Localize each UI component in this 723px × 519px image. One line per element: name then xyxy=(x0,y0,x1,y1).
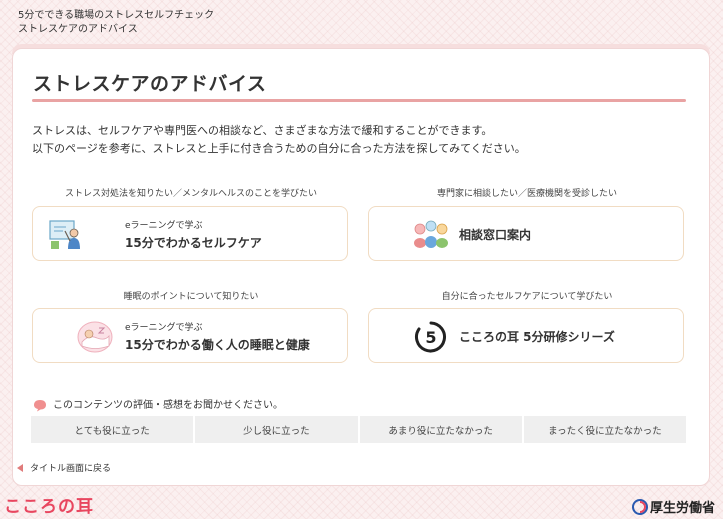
rating-question: このコンテンツの評価・感想をお聞かせください。 xyxy=(33,396,283,412)
rating-not-helpful-at-all[interactable]: まったく役に立たなかった xyxy=(521,416,686,443)
card-sleep-title: 15分でわかる働く人の睡眠と健康 xyxy=(125,338,310,352)
ministry-name: 厚生労働省 xyxy=(649,501,715,516)
selfcare-elearning-card[interactable]: eラーニングで学ぶ 15分でわかるセルフケア xyxy=(32,206,348,261)
intro-line-1: ストレスは、セルフケアや専門医への相談など、さまざまな方法で緩和することができま… xyxy=(32,124,493,137)
card-consult-title: 相談窓口案内 xyxy=(459,228,532,242)
rating-question-text: このコンテンツの評価・感想をお聞かせください。 xyxy=(53,400,283,411)
intro-text: ストレスは、セルフケアや専門医への相談など、さまざまな方法で緩和することができま… xyxy=(32,122,526,158)
ministry-logo: 厚生労働省 xyxy=(631,497,715,516)
rating-somewhat-helpful[interactable]: 少し役に立った xyxy=(193,416,358,443)
back-link-label: タイトル画面に戻る xyxy=(30,464,112,474)
card-caption-sleep: 睡眠のポイントについて知りたい xyxy=(123,292,259,302)
elearning-person-icon xyxy=(47,217,83,251)
rating-very-helpful[interactable]: とても役に立った xyxy=(31,416,194,443)
kokoro-no-mimi-logo: こころの耳 xyxy=(4,497,94,517)
intro-line-2: 以下のページを参考に、ストレスと上手に付き合うための自分に合った方法を探してみて… xyxy=(32,142,526,155)
breadcrumb-site-title[interactable]: 5分でできる職場のストレスセルフチェック xyxy=(18,9,214,23)
speech-bubble-icon xyxy=(34,399,46,411)
rating-options: とても役に立った 少し役に立った あまり役に立たなかった まったく役に立たなかっ… xyxy=(31,416,686,443)
card-training-title: こころの耳 5分研修シリーズ xyxy=(459,330,615,344)
sleep-elearning-card[interactable]: eラーニングで学ぶ 15分でわかる働く人の睡眠と健康 xyxy=(32,308,348,363)
svg-text:5: 5 xyxy=(425,328,436,347)
card-sleep-subtitle: eラーニングで学ぶ xyxy=(125,323,203,333)
card-caption-consult: 専門家に相談したい／医療機関を受診したい xyxy=(436,189,617,199)
card-caption-training: 自分に合ったセルフケアについて学びたい xyxy=(441,292,613,302)
card-caption-selfcare: ストレス対処法を知りたい／メンタルヘルスのことを学びたい xyxy=(64,189,317,199)
consultation-people-icon xyxy=(413,217,449,251)
breadcrumb: 5分でできる職場のストレスセルフチェック ストレスケアのアドバイス xyxy=(18,9,214,37)
consultation-window-card[interactable]: 相談窓口案内 xyxy=(368,206,684,261)
card-selfcare-subtitle: eラーニングで学ぶ xyxy=(125,221,203,231)
back-to-title-link[interactable]: タイトル画面に戻る xyxy=(17,461,111,474)
five-minute-clock-icon: 5 xyxy=(413,320,449,354)
back-arrow-icon xyxy=(17,464,23,472)
five-minute-training-card[interactable]: 5 こころの耳 5分研修シリーズ xyxy=(368,308,684,363)
ministry-emblem-icon xyxy=(631,499,648,515)
rating-not-very-helpful[interactable]: あまり役に立たなかった xyxy=(357,416,522,443)
title-underline xyxy=(32,99,686,102)
page-title: ストレスケアのアドバイス xyxy=(33,73,267,95)
breadcrumb-current-page: ストレスケアのアドバイス xyxy=(18,24,138,35)
card-selfcare-title: 15分でわかるセルフケア xyxy=(125,236,262,250)
sleep-bed-icon xyxy=(77,320,113,354)
